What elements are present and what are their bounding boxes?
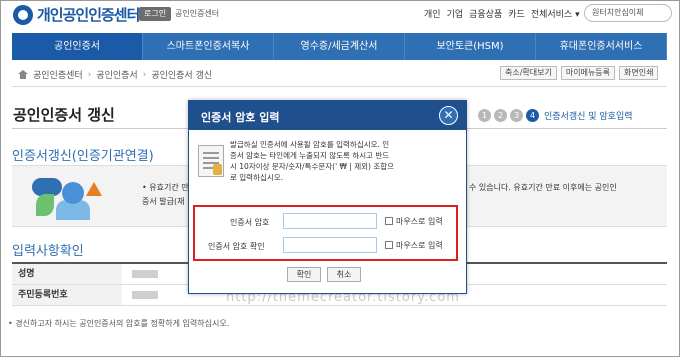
mouse-input-confirm-checkbox[interactable] — [385, 241, 393, 249]
logo-mark-icon — [13, 4, 33, 25]
table-header-rrn: 주민등록번호 — [12, 285, 122, 305]
mouse-input-label: 마우스로 입력 — [396, 217, 443, 226]
page-title: 공인인증서 갱신 — [13, 106, 115, 124]
description-line: 발급하실 인증서에 사용될 암호를 입력하십시오. 인 — [230, 140, 390, 149]
top-link-all-services[interactable]: 전체서비스 ▾ — [531, 7, 580, 20]
section-heading-renewal: 인증서갱신(인증기관연결) — [12, 149, 154, 164]
mouse-input-confirm-label: 마우스로 입력 — [396, 241, 443, 250]
ok-button[interactable]: 확인 — [287, 267, 321, 282]
person-icon — [62, 182, 84, 204]
step-label: 인증서갱신 및 암호입력 — [544, 112, 633, 122]
password-confirm-label: 인증서 암호 확인 — [208, 242, 265, 251]
leaf-icon — [36, 194, 54, 216]
password-confirm-input[interactable] — [283, 237, 377, 253]
utility-buttons: 축소/확대보기 마이메뉴등록 화면인쇄 — [496, 66, 659, 80]
breadcrumb-separator: › — [87, 69, 92, 80]
zoom-button[interactable]: 축소/확대보기 — [500, 66, 557, 80]
dialog-description: 발급하실 인증서에 사용될 암호를 입력하십시오. 인 증서 암호는 타인에게 … — [230, 139, 458, 183]
nav-item-mobile-cert[interactable]: 휴대폰인증서서비스 — [536, 33, 667, 60]
main-nav: 공인인증서 스마트폰인증서복사 영수증/세금계산서 보안토큰(HSM) 휴대폰인… — [12, 33, 667, 60]
step-3: 3 — [510, 109, 523, 122]
mouse-input-checkbox[interactable] — [385, 217, 393, 225]
logo[interactable]: 개인공인인증센터 — [13, 4, 140, 25]
close-icon[interactable]: ✕ — [439, 106, 458, 125]
table-header-name: 성명 — [12, 264, 122, 284]
description-line: 증서 암호는 타인에게 누출되지 않도록 하시고 반드 — [230, 151, 390, 160]
step-4-current: 4 — [526, 109, 539, 122]
top-link-card[interactable]: 카드 — [508, 7, 525, 20]
one-touch-transfer-button[interactable]: 원터치안심이체 — [584, 4, 672, 22]
info-text: 수 있습니다. 유효기간 만료 이후에는 공인인 — [469, 183, 617, 192]
step-1: 1 — [478, 109, 491, 122]
description-line: 로 입력하십시오. — [230, 173, 284, 182]
step-indicator: 1 2 3 4 인증서갱신 및 암호입력 — [478, 109, 633, 122]
cancel-button[interactable]: 취소 — [327, 267, 361, 282]
note-text: • 경신하고자 하시는 공인인증서의 암호를 정확하게 입력하십시오. — [8, 319, 230, 328]
divider — [12, 86, 667, 87]
nav-item-receipt[interactable]: 영수증/세금계산서 — [274, 33, 405, 60]
print-button[interactable]: 화면인쇄 — [619, 66, 659, 80]
step-2: 2 — [494, 109, 507, 122]
nav-item-smartphone-copy[interactable]: 스마트폰인증서복사 — [143, 33, 274, 60]
password-input[interactable] — [283, 213, 377, 229]
breadcrumb-item-current: 공인인증서 갱신 — [151, 71, 213, 81]
add-my-menu-button[interactable]: 마이메뉴등록 — [560, 66, 616, 80]
site-header: 개인공인인증센터 로그인 공인인증센터 개인 기업 금융상품 카드 전체서비스 … — [1, 0, 679, 32]
nav-item-certificate[interactable]: 공인인증서 — [12, 33, 143, 60]
top-link-business[interactable]: 기업 — [447, 7, 464, 20]
dialog-header: 인증서 암호 입력 ✕ — [189, 101, 466, 130]
top-links: 개인 기업 금융상품 카드 전체서비스 ▾ — [424, 7, 586, 20]
section-heading-input-confirm: 입력사항확인 — [12, 244, 84, 259]
password-label: 인증서 암호 — [230, 218, 270, 227]
info-text: • 유효기간 만 — [142, 183, 189, 192]
certificate-document-icon — [198, 145, 224, 177]
site-label: 공인인증센터 — [175, 9, 220, 18]
logo-text: 개인공인인증센터 — [37, 6, 140, 24]
dialog-title: 인증서 암호 입력 — [201, 111, 280, 124]
illustration — [32, 176, 102, 220]
top-link-personal[interactable]: 개인 — [424, 7, 441, 20]
password-input-area: 인증서 암호 마우스로 입력 인증서 암호 확인 마우스로 입력 — [193, 205, 458, 261]
masked-value — [132, 291, 158, 299]
breadcrumb-separator: › — [142, 69, 147, 80]
description-line: 시 10자이상 문자/숫자/특수문자(' ₩ | 제외) 조합으 — [230, 162, 395, 171]
nav-item-security-token[interactable]: 보안토큰(HSM) — [405, 33, 536, 60]
home-icon[interactable] — [18, 70, 28, 79]
password-dialog: 인증서 암호 입력 ✕ 발급하실 인증서에 사용될 암호를 입력하십시오. 인 … — [188, 100, 467, 294]
info-text: 증서 발급(재 — [142, 197, 185, 206]
top-link-finance[interactable]: 금융상품 — [469, 7, 502, 20]
warning-icon — [86, 182, 102, 196]
breadcrumb-item[interactable]: 공인인증센터 — [33, 68, 83, 81]
breadcrumb-item[interactable]: 공인인증서 — [96, 68, 137, 81]
masked-value — [132, 270, 158, 278]
login-button[interactable]: 로그인 — [139, 7, 172, 21]
breadcrumb: 공인인증센터 › 공인인증서 › 공인인증서 갱신 — [18, 68, 212, 81]
